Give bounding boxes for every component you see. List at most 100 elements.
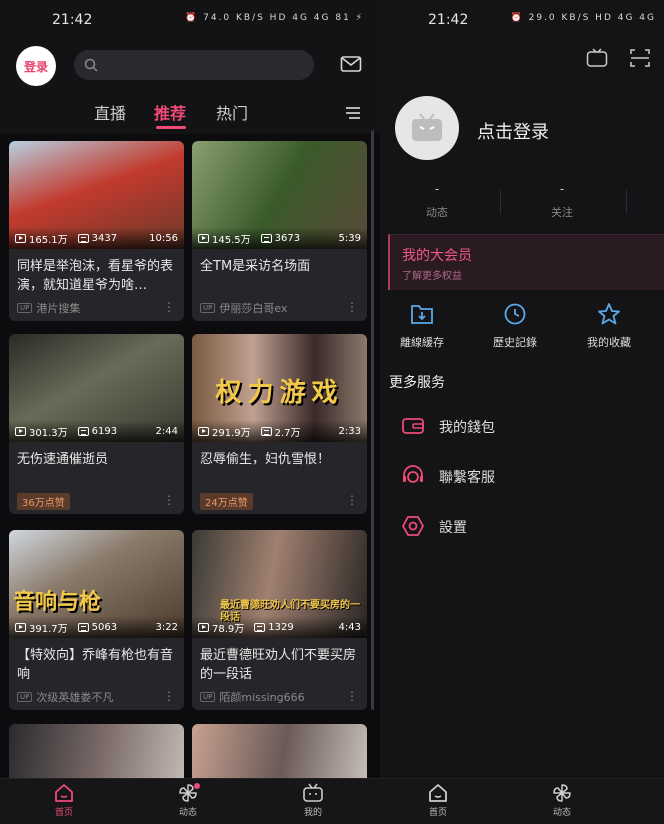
video-card[interactable] [9,724,184,778]
status-icons: ⏰ 74.0 KB/S HD 4G 4G 81 ⚡ [185,13,364,23]
video-card[interactable]: 165.1万 3437 10:56 同样是举泡沫，看星爷的表演，就知道星爷为啥…… [9,141,184,321]
quick-action-history[interactable]: 歷史記錄 [475,302,555,350]
nav-mine[interactable]: 我的 [283,783,343,818]
up-badge: UP [200,303,216,313]
history-icon [504,303,526,325]
search-input[interactable] [74,50,314,80]
stat-divider [500,190,501,214]
wallet-icon [402,418,424,434]
quick-action-offline-cache[interactable]: 離線緩存 [382,302,462,350]
video-footer: UP 港片搜集 ⋮ [9,295,184,321]
tab-live[interactable]: 直播 [94,100,126,124]
video-duration: 3:22 [155,621,178,633]
up-badge: UP [17,303,33,313]
service-wallet[interactable]: 我的錢包 [400,412,600,442]
more-options-icon[interactable]: ⋮ [346,493,358,507]
video-duration: 4:43 [338,621,361,633]
search-icon [84,58,98,72]
more-options-icon[interactable]: ⋮ [163,300,175,314]
danmaku-icon [260,233,272,243]
video-footer: 24万点赞 ⋮ [192,488,367,514]
more-options-icon[interactable]: ⋮ [163,493,175,507]
tab-hot[interactable]: 热门 [216,100,248,124]
danmaku-icon [254,622,266,632]
tv-avatar-icon [412,113,442,141]
download-icon [411,305,433,324]
feed-scrollbar[interactable] [371,130,374,710]
video-duration: 2:44 [155,425,178,437]
video-thumbnail[interactable] [9,724,184,778]
stat-dynamic[interactable]: - 动态 [407,182,467,220]
video-thumbnail[interactable]: 音响与枪 391.7万 5063 3:22 [9,530,184,638]
service-customer-support[interactable]: 聯繫客服 [400,462,600,492]
nav-home[interactable]: 首页 [408,783,468,818]
video-duration: 10:56 [149,232,178,244]
video-thumbnail[interactable]: 权力游戏 291.9万 2.7万 2:33 [192,334,367,442]
video-thumbnail[interactable]: 165.1万 3437 10:56 [9,141,184,249]
video-title: 忍辱偷生，妇仇雪恨！ [200,452,331,467]
video-thumbnail[interactable]: 145.5万 3673 5:39 [192,141,367,249]
stat-following[interactable]: - 关注 [532,182,592,220]
play-count-icon [15,233,26,243]
gear-icon [402,516,424,536]
home-screen: 21:42 ⏰ 74.0 KB/S HD 4G 4G 81 ⚡ 登录 直播 推荐… [0,0,380,824]
video-card[interactable]: 权力游戏 291.9万 2.7万 2:33 忍辱偷生，妇仇雪恨！ 24万点赞 ⋮ [192,334,367,514]
video-card[interactable]: 301.3万 6193 2:44 无伤速通催逝员 36万点赞 ⋮ [9,334,184,514]
more-options-icon[interactable]: ⋮ [163,689,175,703]
video-card[interactable] [192,724,367,778]
play-count-icon [198,233,209,243]
danmaku-icon [77,426,89,436]
quick-action-favorites[interactable]: 我的收藏 [569,302,649,350]
video-title: 最近曹德旺劝人们不要买房的一段话 [200,648,357,682]
like-count-badge: 36万点赞 [17,492,70,510]
nav-dynamic[interactable]: 动态 [158,783,218,818]
tv-scan-icon[interactable] [586,48,608,68]
video-meta: 165.1万 3437 10:56 [9,227,184,249]
video-card[interactable]: 最近曹德旺劝人们不要买房的一段话 78.9万 1329 4:43 最近曹德旺劝人… [192,530,367,710]
video-card[interactable]: 音响与枪 391.7万 5063 3:22 【特效向】乔峰有枪也有音响 UP 次… [9,530,184,710]
tv-icon [303,783,323,802]
video-title: 全TM是采访名场面 [200,259,311,274]
video-meta: 145.5万 3673 5:39 [192,227,367,249]
video-card[interactable]: 145.5万 3673 5:39 全TM是采访名场面 UP 伊丽莎白哥ex ⋮ [192,141,367,321]
play-count-icon [15,426,26,436]
more-services-title: 更多服务 [389,375,445,391]
tab-recommend[interactable]: 推荐 [154,100,186,124]
play-count-icon [198,622,209,632]
thumbnail-overlay-text: 权力游戏 [215,378,344,408]
more-options-icon[interactable]: ⋮ [346,689,358,703]
login-avatar-button[interactable]: 登录 [16,46,56,86]
avatar[interactable] [395,96,459,160]
vip-banner[interactable]: 我的大会员 了解更多权益 [388,234,664,290]
video-meta: 291.9万 2.7万 2:33 [192,420,367,442]
video-thumbnail[interactable]: 最近曹德旺劝人们不要买房的一段话 78.9万 1329 4:43 [192,530,367,638]
up-badge: UP [200,692,216,702]
home-icon [55,784,73,802]
up-badge: UP [17,692,33,702]
video-thumbnail[interactable] [192,724,367,778]
stat-divider [626,190,627,214]
video-duration: 5:39 [338,232,361,244]
play-count-icon [15,622,26,632]
tab-active-indicator [156,126,186,129]
nav-home[interactable]: 首页 [34,783,94,818]
status-bar: 21:42 ⏰ 74.0 KB/S HD 4G 4G 81 ⚡ [0,0,380,40]
login-prompt[interactable]: 点击登录 [477,118,549,144]
service-settings[interactable]: 設置 [400,512,600,542]
status-time: 21:42 [52,12,93,28]
video-footer: UP 陌颜missing666 ⋮ [192,684,367,710]
profile-drawer: 21:42 ⏰ 29.0 KB/S HD 4G 4G 点击登录 - 动态 - 关… [380,0,664,778]
video-thumbnail[interactable]: 301.3万 6193 2:44 [9,334,184,442]
nav-dynamic[interactable]: 动态 [532,783,592,818]
video-duration: 2:33 [338,425,361,437]
danmaku-icon [260,426,272,436]
star-icon [598,303,620,325]
video-title: 【特效向】乔峰有枪也有音响 [17,648,174,682]
vip-subtitle: 了解更多权益 [402,271,462,282]
mail-icon[interactable] [340,54,362,74]
scan-icon[interactable] [630,49,650,67]
video-feed: 165.1万 3437 10:56 同样是举泡沫，看星爷的表演，就知道星爷为啥…… [0,134,380,778]
menu-icon[interactable] [344,106,362,120]
video-title: 无伤速通催逝员 [17,452,109,467]
more-options-icon[interactable]: ⋮ [346,300,358,314]
